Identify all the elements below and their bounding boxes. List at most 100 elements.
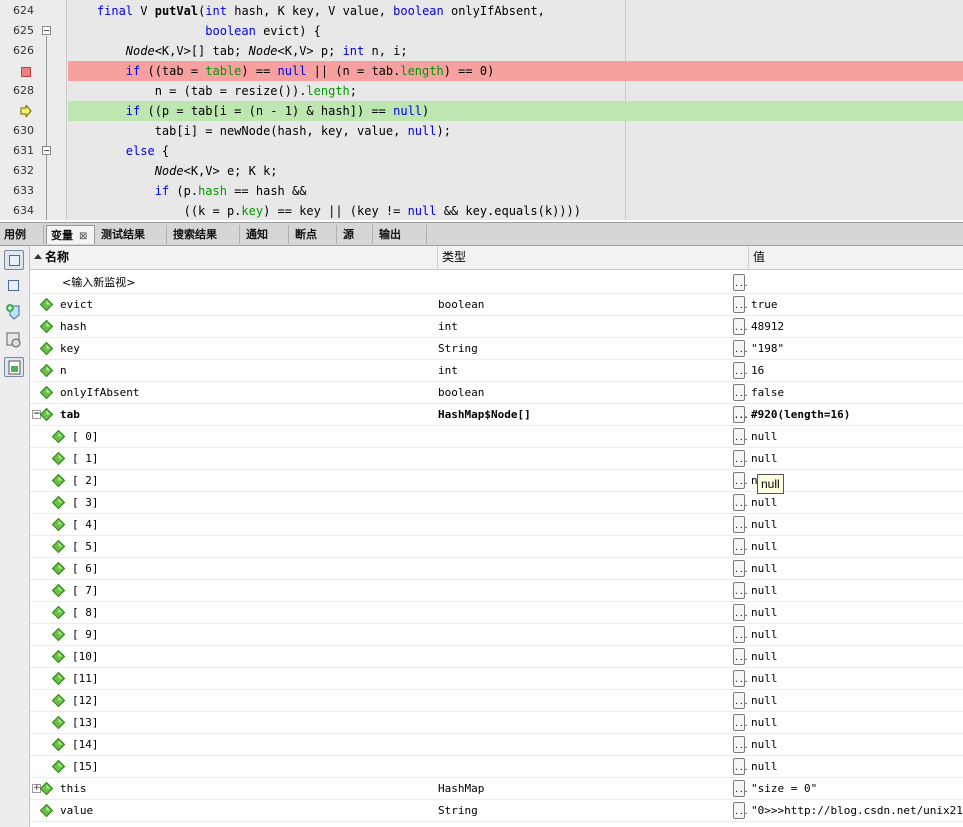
code-text[interactable]: n = (tab = resize()).length;: [68, 81, 963, 101]
variable-value[interactable]: null: [751, 514, 778, 536]
tab-3[interactable]: 搜索结果: [169, 225, 240, 244]
show-variables-button[interactable]: [4, 250, 24, 270]
array-element-row[interactable]: [ 1]... null: [30, 448, 963, 470]
value-edit-button[interactable]: ...: [733, 604, 748, 621]
variable-value[interactable]: "size = 0": [751, 778, 817, 800]
value-edit-button[interactable]: ...: [733, 340, 748, 357]
show-static-button[interactable]: [4, 357, 24, 377]
value-edit-button[interactable]: ...: [733, 538, 748, 555]
variable-row[interactable]: key String... "198": [30, 338, 963, 360]
array-element-row[interactable]: [ 7]... null: [30, 580, 963, 602]
variable-value[interactable]: null: [751, 646, 778, 668]
variable-value[interactable]: null: [751, 668, 778, 690]
variable-value[interactable]: null: [751, 558, 778, 580]
variable-value[interactable]: 16: [751, 360, 764, 382]
column-header-type[interactable]: 类型: [438, 246, 749, 269]
tab-1[interactable]: 变量 ⊠: [46, 225, 95, 244]
variable-value[interactable]: null: [751, 448, 778, 470]
value-edit-button[interactable]: ...: [733, 692, 748, 709]
array-element-row[interactable]: [ 9]... null: [30, 624, 963, 646]
array-element-row[interactable]: [14]... null: [30, 734, 963, 756]
code-line[interactable]: 628 n = (tab = resize()).length;: [0, 81, 963, 101]
variable-value[interactable]: null: [751, 756, 778, 778]
code-text[interactable]: if ((p = tab[i = (n - 1) & hash]) == nul…: [68, 101, 963, 121]
tab-6[interactable]: 源: [339, 225, 373, 244]
value-edit-button[interactable]: ...: [733, 406, 748, 423]
code-text[interactable]: else {: [68, 141, 963, 161]
variable-value[interactable]: true: [751, 294, 778, 316]
code-text[interactable]: Node<K,V>[] tab; Node<K,V> p; int n, i;: [68, 41, 963, 61]
code-text[interactable]: if ((tab = table) == null || (n = tab.le…: [68, 61, 963, 81]
code-text[interactable]: Node<K,V> e; K k;: [68, 161, 963, 181]
array-element-row[interactable]: [12]... null: [30, 690, 963, 712]
variable-value[interactable]: null: [751, 426, 778, 448]
array-element-row[interactable]: [13]... null: [30, 712, 963, 734]
code-line[interactable]: 631 else {: [0, 141, 963, 161]
value-edit-button[interactable]: ...: [733, 516, 748, 533]
code-line[interactable]: 632 Node<K,V> e; K k;: [0, 161, 963, 181]
array-element-row[interactable]: [ 0]... null: [30, 426, 963, 448]
array-element-row[interactable]: [ 8]... null: [30, 602, 963, 624]
value-edit-button[interactable]: ...: [733, 560, 748, 577]
array-element-row[interactable]: [ 2]... n: [30, 470, 963, 492]
breakpoint-icon[interactable]: [21, 67, 31, 77]
tab-7[interactable]: 输出: [375, 225, 427, 244]
value-edit-button[interactable]: ...: [733, 450, 748, 467]
value-edit-button[interactable]: ...: [733, 362, 748, 379]
fold-collapse-icon[interactable]: [42, 146, 51, 155]
code-line-breakpoint[interactable]: if ((tab = table) == null || (n = tab.le…: [0, 61, 963, 81]
code-text[interactable]: final V putVal(int hash, K key, V value,…: [68, 1, 963, 21]
code-text[interactable]: tab[i] = newNode(hash, key, value, null)…: [68, 121, 963, 141]
value-edit-button[interactable]: ...: [733, 758, 748, 775]
code-text[interactable]: boolean evict) {: [68, 21, 963, 41]
new-watch-input[interactable]: <输入新监视>: [62, 272, 135, 294]
variable-value[interactable]: null: [751, 536, 778, 558]
variable-value[interactable]: null: [751, 624, 778, 646]
code-line[interactable]: 625 boolean evict) {: [0, 21, 963, 41]
variable-row[interactable]: n int... 16: [30, 360, 963, 382]
value-edit-button[interactable]: ...: [733, 384, 748, 401]
variable-value[interactable]: null: [751, 492, 778, 514]
value-edit-button[interactable]: ...: [733, 296, 748, 313]
tab-0[interactable]: 用例: [0, 225, 44, 244]
fold-collapse-icon[interactable]: [42, 26, 51, 35]
value-edit-button[interactable]: ...: [733, 318, 748, 335]
variable-row[interactable]: onlyIfAbsent boolean... false: [30, 382, 963, 404]
array-element-row[interactable]: [ 5]... null: [30, 536, 963, 558]
value-edit-button[interactable]: ...: [733, 670, 748, 687]
tab-2[interactable]: 测试结果: [97, 225, 167, 244]
value-edit-button[interactable]: ...: [733, 714, 748, 731]
array-element-row[interactable]: [ 4]... null: [30, 514, 963, 536]
array-element-row[interactable]: [ 3]... null: [30, 492, 963, 514]
new-watch-row[interactable]: <输入新监视>...: [30, 272, 963, 294]
variable-value[interactable]: null: [751, 580, 778, 602]
code-text[interactable]: if (p.hash == hash &&: [68, 181, 963, 201]
new-watch-button[interactable]: [4, 302, 24, 322]
variable-value[interactable]: "0>>>http://blog.csdn.net/unix21/": [751, 800, 963, 822]
show-watches-button[interactable]: [4, 276, 24, 296]
variable-row[interactable]: value String... "0>>>http://blog.csdn.net/…: [30, 800, 963, 822]
variable-value[interactable]: #920(length=16): [751, 404, 850, 426]
value-edit-button[interactable]: ...: [733, 780, 748, 797]
code-text[interactable]: ((k = p.key) == key || (key != null && k…: [68, 201, 963, 220]
variable-value[interactable]: null: [751, 734, 778, 756]
value-edit-button[interactable]: ...: [733, 428, 748, 445]
variable-row[interactable]: evict boolean... true: [30, 294, 963, 316]
code-line-current[interactable]: if ((p = tab[i = (n - 1) & hash]) == nul…: [0, 101, 963, 121]
array-element-row[interactable]: [15]... null: [30, 756, 963, 778]
variable-value[interactable]: null: [751, 690, 778, 712]
column-header-value[interactable]: 值: [749, 246, 963, 269]
variable-value[interactable]: "198": [751, 338, 784, 360]
value-edit-button[interactable]: ...: [733, 648, 748, 665]
value-edit-button[interactable]: ...: [733, 494, 748, 511]
code-line[interactable]: 634 ((k = p.key) == key || (key != null …: [0, 201, 963, 220]
variable-value[interactable]: null: [751, 602, 778, 624]
tab-4[interactable]: 通知: [242, 225, 289, 244]
code-line[interactable]: 626 Node<K,V>[] tab; Node<K,V> p; int n,…: [0, 41, 963, 61]
code-line[interactable]: 633 if (p.hash == hash &&: [0, 181, 963, 201]
value-edit-button[interactable]: ...: [733, 626, 748, 643]
tab-5[interactable]: 断点: [291, 225, 337, 244]
array-element-row[interactable]: [10]... null: [30, 646, 963, 668]
variable-row[interactable]: + this HashMap... "size = 0": [30, 778, 963, 800]
code-editor[interactable]: 624 final V putVal(int hash, K key, V va…: [0, 0, 963, 220]
